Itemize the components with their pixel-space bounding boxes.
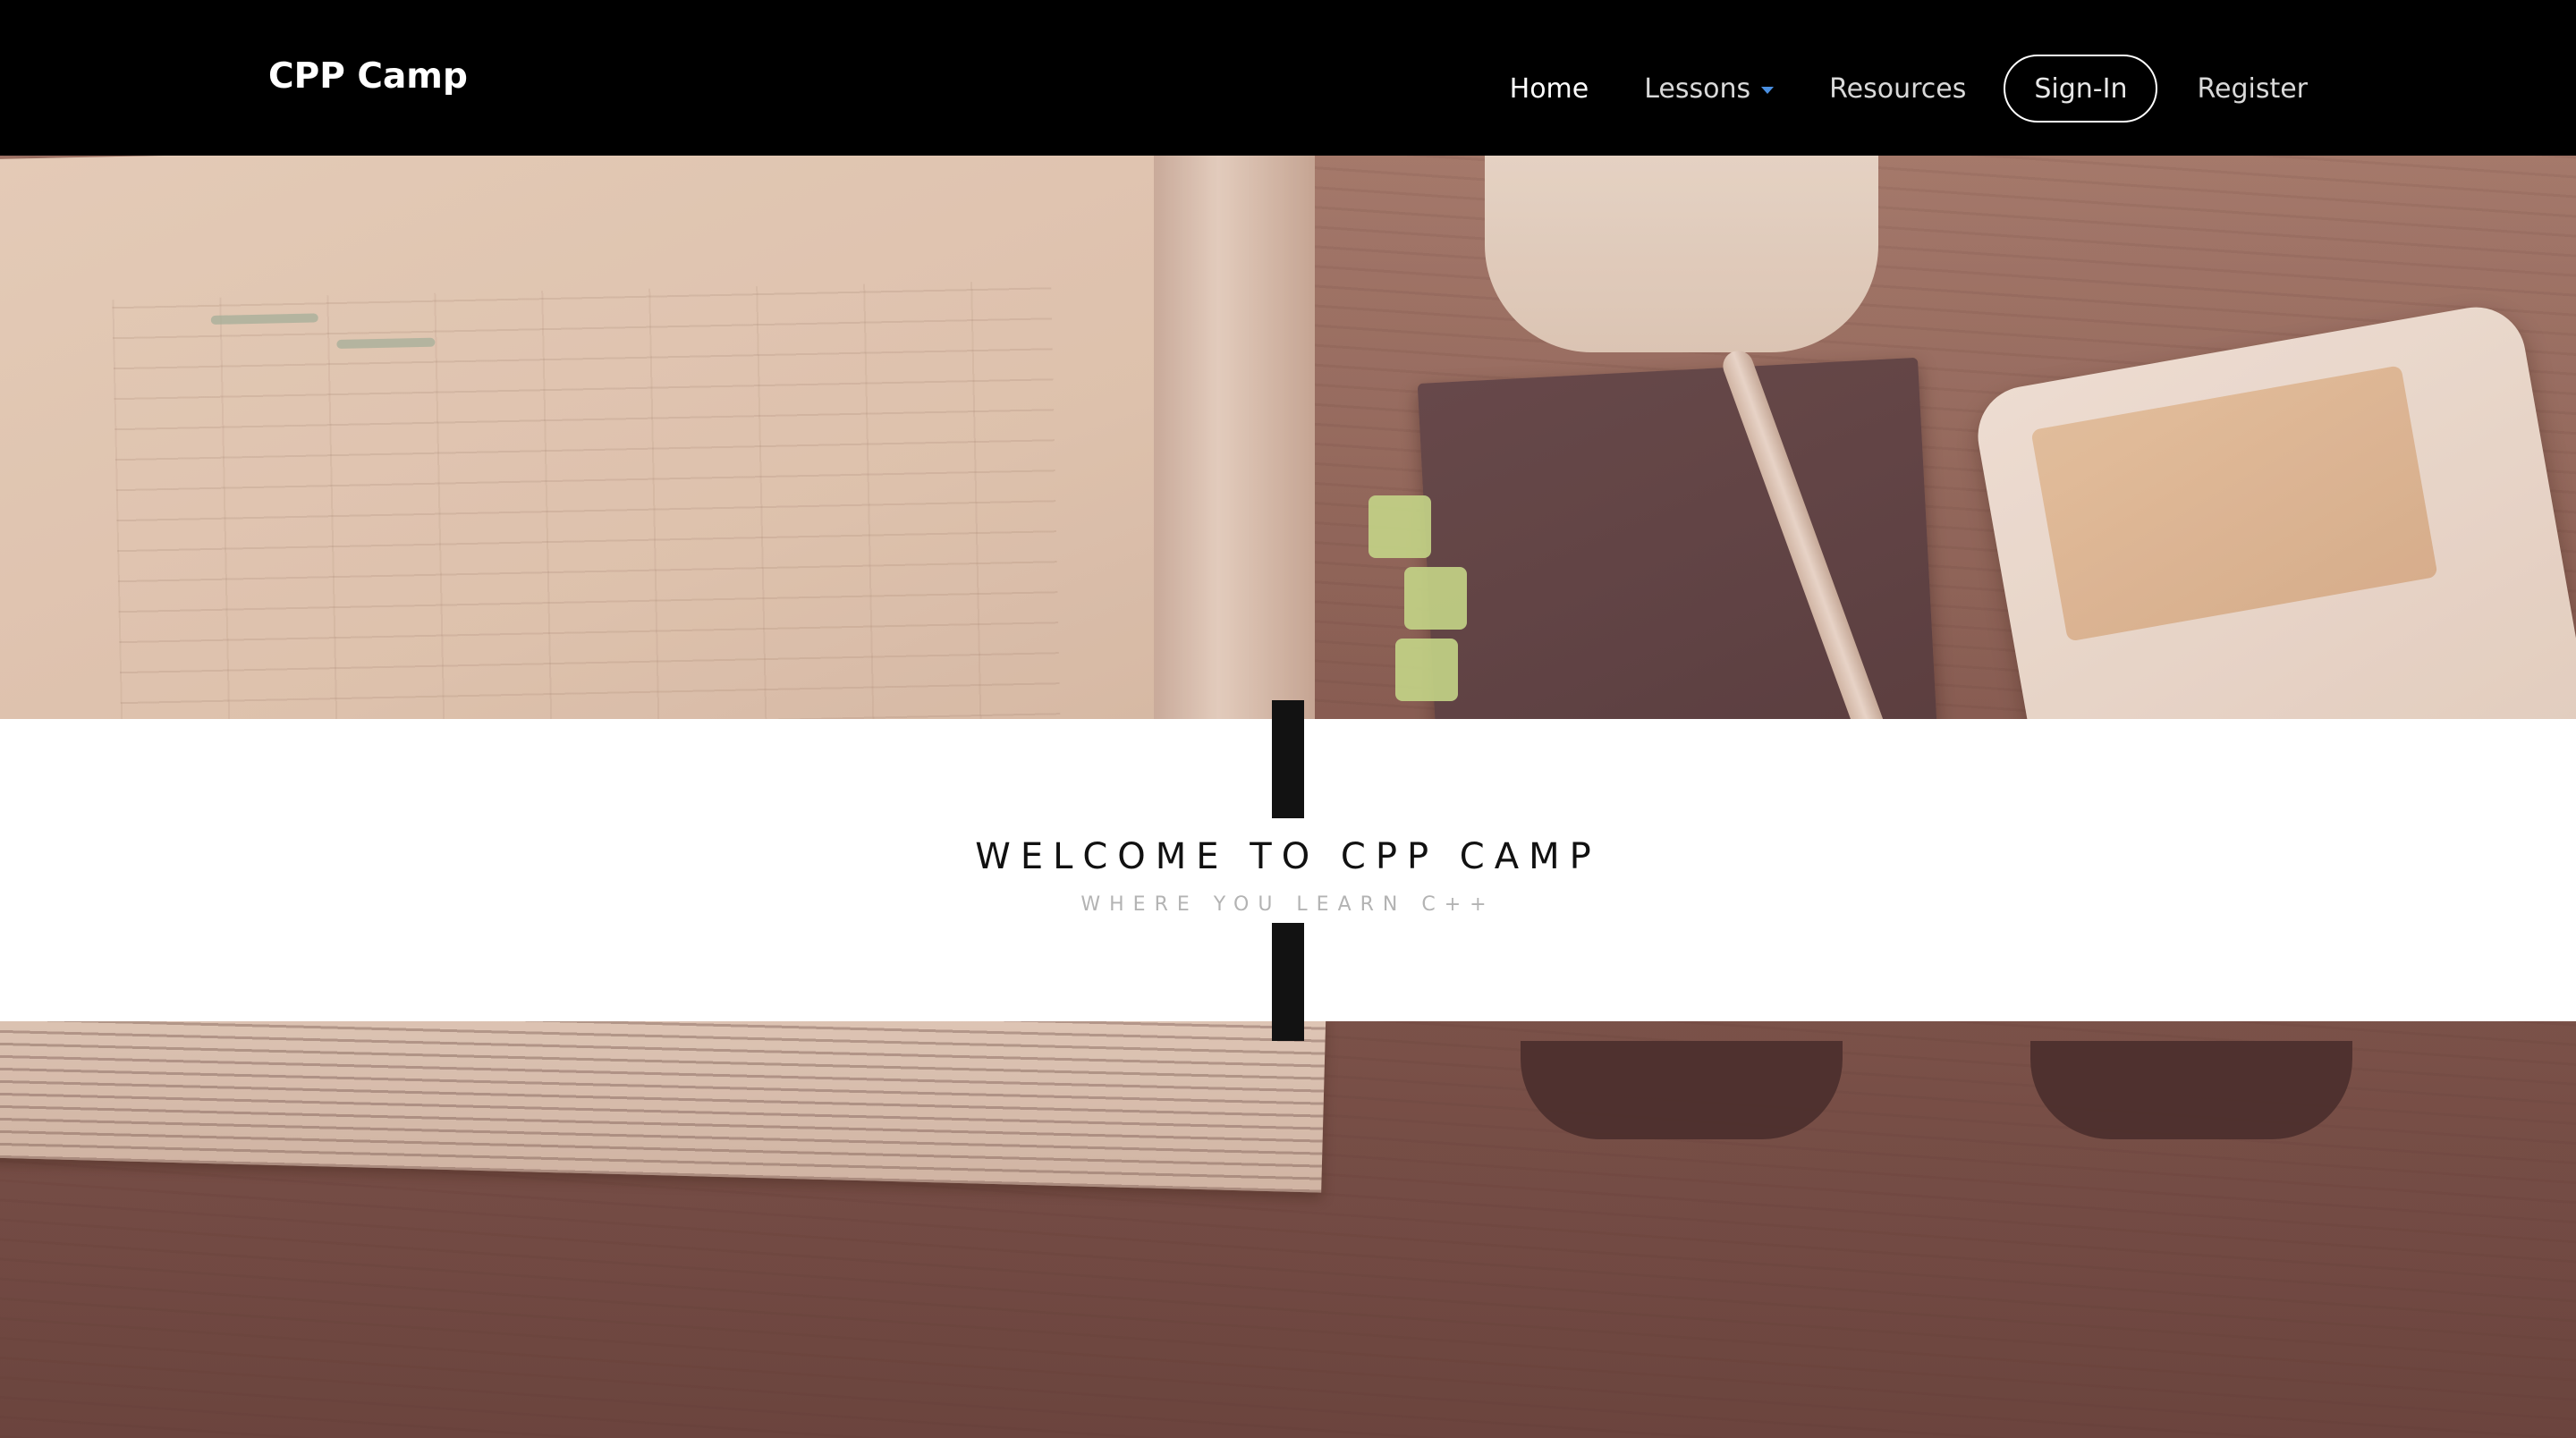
nav-register[interactable]: Register <box>2197 73 2308 105</box>
top-accent-bar <box>1272 700 1304 818</box>
nav-menu: Home Lessons Resources Sign-In Register <box>1454 55 2308 123</box>
page: CPP Camp Home Lessons Resources Sign-In … <box>0 0 2576 1438</box>
nav-resources[interactable]: Resources <box>1829 73 1966 105</box>
nav-lessons-label: Lessons <box>1644 72 1751 105</box>
welcome-title: WELCOME TO CPP CAMP <box>975 836 1601 877</box>
sign-in-button[interactable]: Sign-In <box>2004 55 2158 123</box>
nav-home[interactable]: Home <box>1510 73 1589 105</box>
navbar: CPP Camp Home Lessons Resources Sign-In … <box>0 0 2576 156</box>
brand-link[interactable]: CPP Camp <box>268 52 468 102</box>
nav-lessons-dropdown[interactable]: Lessons <box>1644 72 1775 105</box>
caret-down-icon <box>1761 87 1775 94</box>
welcome-subtitle: WHERE YOU LEARN C++ <box>1080 893 1496 916</box>
bottom-accent-bar <box>1272 923 1304 1041</box>
